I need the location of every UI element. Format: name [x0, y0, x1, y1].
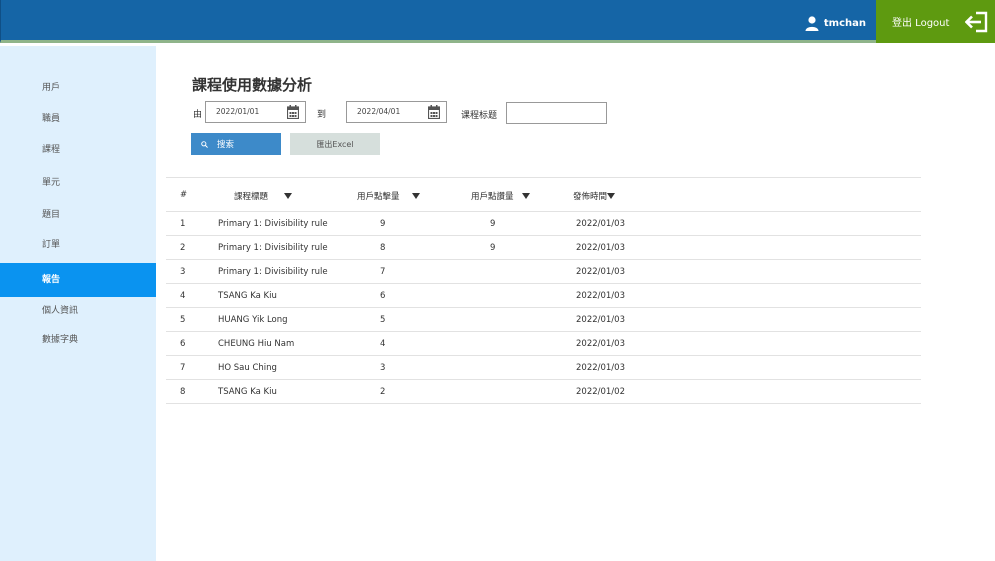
row-number: 8 — [180, 387, 186, 397]
column-header-likes: 用戶點讚量 — [471, 190, 530, 202]
calendar-icon[interactable] — [287, 105, 299, 119]
row-course-title: HUANG Yik Long — [218, 315, 288, 325]
row-likes: 9 — [490, 243, 496, 253]
sidebar: 用戶 職員 課程 單元 題目 訂單 報告 個人資訊 數據字典 — [0, 46, 156, 561]
table-row[interactable]: 4 TSANG Ka Kiu 6 2022/01/03 — [166, 284, 921, 308]
sidebar-item-orders[interactable]: 訂單 — [0, 228, 156, 262]
search-icon — [201, 140, 208, 148]
calendar-icon[interactable] — [428, 105, 440, 119]
row-likes: 9 — [490, 219, 496, 229]
sidebar-item-label: 數據字典 — [42, 335, 79, 345]
sort-caret-icon[interactable] — [521, 193, 530, 199]
row-number: 5 — [180, 315, 186, 325]
row-course-title: Primary 1: Divisibility rule — [218, 267, 328, 277]
table-row[interactable]: 8 TSANG Ka Kiu 2 2022/01/02 — [166, 380, 921, 404]
to-date-field[interactable]: 2022/04/01 — [346, 101, 447, 123]
row-clicks: 2 — [380, 387, 386, 397]
from-date-field[interactable]: 2022/01/01 — [205, 101, 306, 123]
row-clicks: 4 — [380, 339, 386, 349]
course-title-label: 课程标题 — [461, 111, 498, 121]
row-publish-date: 2022/01/03 — [576, 243, 625, 253]
search-button[interactable]: 搜索 — [191, 133, 281, 155]
user-icon — [805, 16, 819, 31]
row-publish-date: 2022/01/03 — [576, 315, 625, 325]
row-course-title: Primary 1: Divisibility rule — [218, 219, 328, 229]
username: tmchan — [823, 17, 866, 29]
column-header-clicks: 用戶點擊量 — [357, 190, 420, 202]
search-label: 搜索 — [217, 140, 235, 150]
sidebar-item-label: 題目 — [42, 210, 61, 220]
logout-icon — [965, 11, 988, 32]
table-row[interactable]: 3 Primary 1: Divisibility rule 7 2022/01/03 — [166, 260, 921, 284]
sidebar-item-label: 用戶 — [42, 83, 61, 93]
main-content: 課程使用數據分析 由 2022/01/01 到 2022/04/01 课程标题 … — [156, 46, 995, 561]
row-number: 3 — [180, 267, 186, 277]
row-clicks: 9 — [380, 219, 386, 229]
user-menu[interactable]: tmchan — [804, 13, 866, 33]
sort-caret-icon[interactable] — [284, 193, 293, 199]
sidebar-item-label: 報告 — [42, 275, 61, 285]
row-clicks: 3 — [380, 363, 386, 373]
export-excel-button[interactable]: 匯出Excel — [290, 133, 380, 155]
sort-caret-icon[interactable] — [607, 193, 616, 199]
course-title-input[interactable] — [506, 102, 607, 124]
row-publish-date: 2022/01/03 — [576, 291, 625, 301]
to-label: 到 — [317, 110, 327, 120]
row-publish-date: 2022/01/03 — [576, 363, 625, 373]
sidebar-item-dictionary[interactable]: 數據字典 — [0, 323, 156, 357]
row-number: 1 — [180, 219, 186, 229]
table-row[interactable]: 6 CHEUNG Hiu Nam 4 2022/01/03 — [166, 332, 921, 356]
sidebar-item-courses[interactable]: 課程 — [0, 133, 156, 167]
sidebar-item-label: 訂單 — [42, 240, 61, 250]
column-header-date: 發佈時間 — [573, 190, 616, 202]
row-number: 2 — [180, 243, 186, 253]
report-table: # 課程標題 用戶點擊量 用戶點讚量 發佈時間 1 Primary 1: Divi… — [166, 177, 921, 404]
row-course-title: HO Sau Ching — [218, 363, 277, 373]
from-label: 由 — [193, 110, 203, 120]
to-date-value: 2022/04/01 — [357, 107, 401, 116]
table-row[interactable]: 2 Primary 1: Divisibility rule 8 9 2022/01/0… — [166, 236, 921, 260]
table-row[interactable]: 5 HUANG Yik Long 5 2022/01/03 — [166, 308, 921, 332]
sidebar-item-users[interactable]: 用戶 — [0, 71, 156, 105]
row-number: 4 — [180, 291, 186, 301]
row-clicks: 8 — [380, 243, 386, 253]
sidebar-item-reports[interactable]: 報告 — [0, 263, 156, 297]
row-clicks: 5 — [380, 315, 386, 325]
row-clicks: 6 — [380, 291, 386, 301]
sidebar-item-label: 單元 — [42, 178, 61, 188]
column-header-no: # — [180, 190, 188, 200]
table-row[interactable]: 1 Primary 1: Divisibility rule 9 9 2022/01/0… — [166, 212, 921, 236]
table-header: # 課程標題 用戶點擊量 用戶點讚量 發佈時間 — [166, 177, 921, 212]
row-course-title: Primary 1: Divisibility rule — [218, 243, 328, 253]
row-course-title: CHEUNG Hiu Nam — [218, 339, 295, 349]
top-bar: tmchan 登出 Logout — [0, 0, 995, 43]
table-body: 1 Primary 1: Divisibility rule 9 9 2022/01/0… — [166, 212, 921, 404]
row-clicks: 7 — [380, 267, 386, 277]
row-number: 6 — [180, 339, 186, 349]
sidebar-item-questions[interactable]: 題目 — [0, 198, 156, 232]
table-row[interactable]: 7 HO Sau Ching 3 2022/01/03 — [166, 356, 921, 380]
sort-caret-icon[interactable] — [411, 193, 420, 199]
sidebar-item-label: 課程 — [42, 145, 61, 155]
row-course-title: TSANG Ka Kiu — [218, 291, 277, 301]
row-publish-date: 2022/01/03 — [576, 267, 625, 277]
sidebar-item-staff[interactable]: 職員 — [0, 102, 156, 136]
row-course-title: TSANG Ka Kiu — [218, 387, 277, 397]
logout-label: 登出 Logout — [892, 18, 950, 29]
sidebar-item-label: 職員 — [42, 114, 61, 124]
row-publish-date: 2022/01/03 — [576, 339, 625, 349]
sidebar-item-label: 個人資訊 — [42, 306, 79, 316]
row-number: 7 — [180, 363, 186, 373]
column-header-title: 課程標題 — [234, 190, 293, 202]
export-label: 匯出Excel — [316, 139, 354, 149]
from-date-value: 2022/01/01 — [216, 107, 260, 116]
page-title: 課程使用數據分析 — [192, 76, 313, 94]
sidebar-item-units[interactable]: 單元 — [0, 166, 156, 200]
row-publish-date: 2022/01/03 — [576, 219, 625, 229]
logout-button[interactable]: 登出 Logout — [876, 0, 995, 43]
row-publish-date: 2022/01/02 — [576, 387, 625, 397]
